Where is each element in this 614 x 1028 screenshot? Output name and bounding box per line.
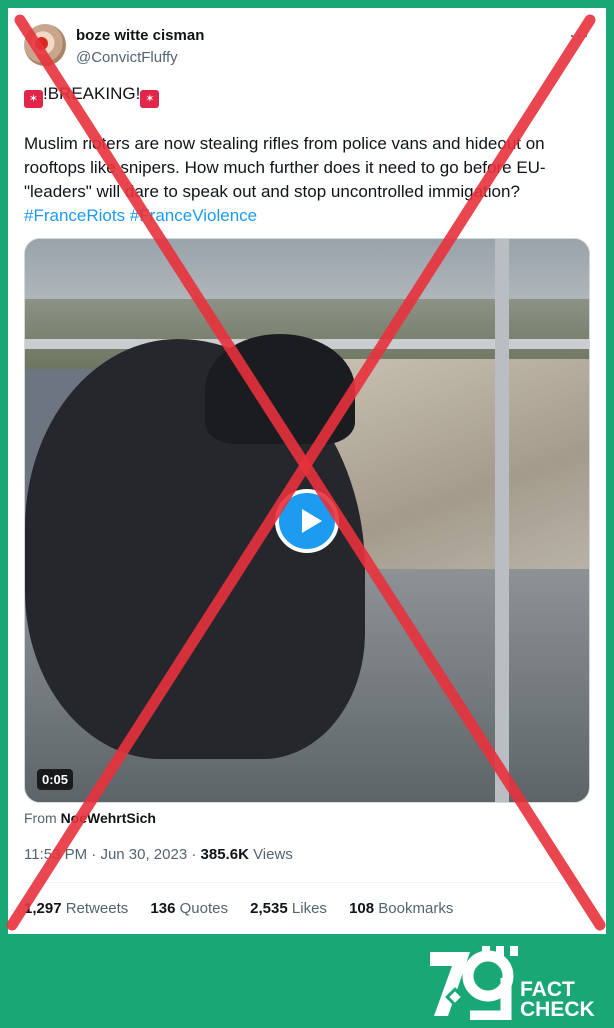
more-options-icon[interactable]: ··· <box>569 26 590 44</box>
quotes-stat[interactable]: 136 Quotes <box>150 900 228 917</box>
tweet-card[interactable]: boze witte cisman @ConvictFluffy ··· ✶ !B… <box>8 8 606 934</box>
views-count: 385.6K <box>200 846 249 863</box>
factcheck-wordmark: FACT CHECK <box>520 978 595 1021</box>
tweet-body: Muslim rioters are now stealing rifles f… <box>24 134 546 201</box>
bookmarks-stat[interactable]: 108 Bookmarks <box>349 900 453 917</box>
play-icon <box>302 509 322 533</box>
hashtag-link[interactable]: #FranceRiots <box>24 206 125 225</box>
display-name[interactable]: boze witte cisman <box>76 26 204 45</box>
user-handle[interactable]: @ConvictFluffy <box>76 48 204 67</box>
hashtags: #FranceRiots #FranceViolence <box>24 204 590 228</box>
police-siren-icon: ✶ <box>24 90 43 108</box>
engagement-stats: 1,297 Retweets 136 Quotes 2,535 Likes 10… <box>24 900 471 917</box>
headline: !BREAKING! <box>43 84 141 103</box>
police-siren-icon: ✶ <box>140 90 160 108</box>
views-label: Views <box>253 846 293 863</box>
clown-nose <box>35 37 48 50</box>
video-pole <box>495 239 509 802</box>
meta-separator: · <box>91 846 97 863</box>
video-player[interactable]: 0:05 <box>24 238 590 803</box>
logo-mark-icon <box>430 946 518 1020</box>
likes-stat[interactable]: 2,535 Likes <box>250 900 327 917</box>
video-duration: 0:05 <box>37 769 74 790</box>
divider <box>24 882 590 883</box>
source-attribution: From NoeWehrtSich <box>24 810 156 826</box>
meta-separator: · <box>191 846 197 863</box>
play-button[interactable] <box>275 489 339 553</box>
avatar[interactable] <box>24 24 66 66</box>
tweet-text: ✶ !BREAKING! ✶ Muslim rioters are now stea… <box>24 82 590 228</box>
video-buildings <box>325 359 589 574</box>
video-cap <box>205 334 355 444</box>
tweet-date[interactable]: Jun 30, 2023 <box>100 846 187 863</box>
tweet-meta: 11:53 PM · Jun 30, 2023 · 385.6K Views <box>24 846 293 863</box>
headline-line: ✶ !BREAKING! ✶ <box>24 82 590 108</box>
factcheck-logo: FACT CHECK <box>426 938 608 1024</box>
tweet-header: boze witte cisman @ConvictFluffy ··· <box>24 24 590 68</box>
tweet-time[interactable]: 11:53 PM <box>24 846 87 863</box>
source-account-link[interactable]: NoeWehrtSich <box>61 810 156 826</box>
retweets-stat[interactable]: 1,297 Retweets <box>24 900 128 917</box>
hashtag-link[interactable]: #FranceViolence <box>130 206 257 225</box>
author-names: boze witte cisman @ConvictFluffy <box>76 26 204 67</box>
source-prefix: From <box>24 810 57 826</box>
